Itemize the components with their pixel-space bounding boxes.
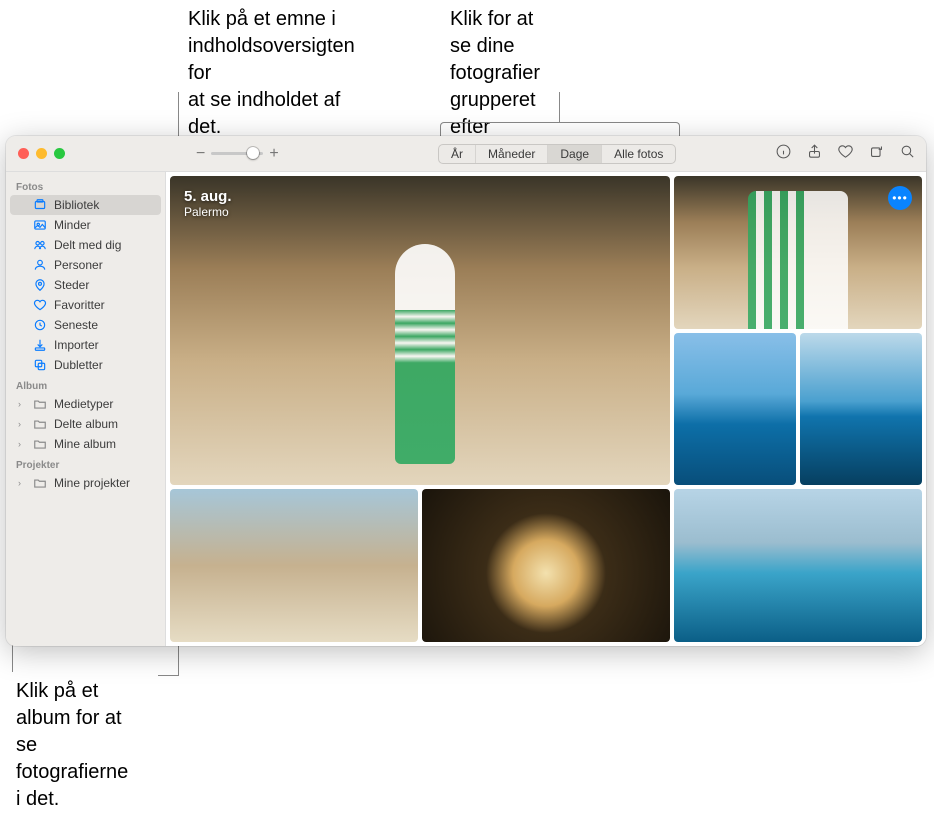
segment-all-photos[interactable]: Alle fotos xyxy=(602,145,675,163)
sidebar-item-personer[interactable]: Personer xyxy=(10,255,161,275)
photo-grid: 5. aug. Palermo ••• xyxy=(166,172,926,646)
photos-app-window: − + År Måneder Dage Alle fotos Fotos Bib… xyxy=(6,136,926,646)
close-window-button[interactable] xyxy=(18,148,29,159)
sidebar-item-label: Personer xyxy=(54,258,103,272)
titlebar: − + År Måneder Dage Alle fotos xyxy=(6,136,926,172)
segment-months[interactable]: Måneder xyxy=(476,145,548,163)
minimize-window-button[interactable] xyxy=(36,148,47,159)
duplicates-icon xyxy=(32,357,48,373)
callout-sidebar: Klik på et emne i indholdsoversigten for… xyxy=(188,6,355,141)
folder-icon xyxy=(32,416,48,432)
clock-icon xyxy=(32,317,48,333)
sidebar-item-label: Seneste xyxy=(54,318,98,332)
sidebar-item-favoritter[interactable]: Favoritter xyxy=(10,295,161,315)
chevron-right-icon[interactable]: › xyxy=(18,439,26,449)
share-icon[interactable] xyxy=(806,143,823,165)
sidebar-item-mine-projekter[interactable]: › Mine projekter xyxy=(10,473,161,493)
sidebar-section-header-album: Album xyxy=(6,375,165,394)
photo-thumbnail[interactable]: ••• xyxy=(674,176,922,329)
toolbar-actions xyxy=(775,143,916,165)
folder-icon xyxy=(32,436,48,452)
sidebar-section-header-projekter: Projekter xyxy=(6,454,165,473)
sidebar-item-seneste[interactable]: Seneste xyxy=(10,315,161,335)
rotate-icon[interactable] xyxy=(868,143,885,165)
sidebar-item-label: Steder xyxy=(54,278,89,292)
zoom-slider-group: − + xyxy=(196,145,279,163)
sidebar-item-label: Dubletter xyxy=(54,358,103,372)
photo-thumbnail[interactable] xyxy=(422,489,670,642)
zoom-slider[interactable] xyxy=(211,152,263,155)
chevron-right-icon[interactable]: › xyxy=(18,478,26,488)
sidebar-item-label: Medietyper xyxy=(54,397,113,411)
zoom-out-icon[interactable]: − xyxy=(196,145,205,163)
zoom-in-icon[interactable]: + xyxy=(269,145,278,163)
date-overlay: 5. aug. Palermo xyxy=(184,188,232,219)
sidebar-item-label: Bibliotek xyxy=(54,198,99,212)
people-icon xyxy=(32,257,48,273)
heart-icon xyxy=(32,297,48,313)
sidebar-item-minder[interactable]: Minder xyxy=(10,215,161,235)
photo-thumbnail-main[interactable]: 5. aug. Palermo xyxy=(170,176,670,485)
chevron-right-icon[interactable]: › xyxy=(18,419,26,429)
sidebar-item-importer[interactable]: Importer xyxy=(10,335,161,355)
memories-icon xyxy=(32,217,48,233)
fullscreen-window-button[interactable] xyxy=(54,148,65,159)
sidebar-section-header-fotos: Fotos xyxy=(6,176,165,195)
photo-thumbnail[interactable] xyxy=(674,333,796,486)
location-label: Palermo xyxy=(184,205,232,219)
sidebar-item-bibliotek[interactable]: Bibliotek xyxy=(10,195,161,215)
sidebar-item-delt-med-dig[interactable]: Delt med dig xyxy=(10,235,161,255)
segment-years[interactable]: År xyxy=(439,145,476,163)
window-controls xyxy=(6,148,65,159)
import-icon xyxy=(32,337,48,353)
sidebar-item-delte-album[interactable]: › Delte album xyxy=(10,414,161,434)
search-icon[interactable] xyxy=(899,143,916,165)
sidebar: Fotos Bibliotek Minder Delt med dig Pers… xyxy=(6,172,166,646)
more-options-button[interactable]: ••• xyxy=(888,186,912,210)
library-icon xyxy=(32,197,48,213)
segment-days[interactable]: Dage xyxy=(548,145,602,163)
folder-icon xyxy=(32,396,48,412)
chevron-right-icon[interactable]: › xyxy=(18,399,26,409)
callout-album: Klik på et album for at se fotografierne… xyxy=(16,678,128,813)
info-icon[interactable] xyxy=(775,143,792,165)
folder-icon xyxy=(32,475,48,491)
view-segmented-control: År Måneder Dage Alle fotos xyxy=(438,144,676,164)
sidebar-item-label: Delt med dig xyxy=(54,238,121,252)
sidebar-item-label: Importer xyxy=(54,338,99,352)
sidebar-item-label: Minder xyxy=(54,218,91,232)
date-label: 5. aug. xyxy=(184,188,232,205)
favorite-icon[interactable] xyxy=(837,143,854,165)
photo-thumbnail[interactable] xyxy=(800,333,922,486)
places-icon xyxy=(32,277,48,293)
sidebar-item-steder[interactable]: Steder xyxy=(10,275,161,295)
photo-thumbnail[interactable] xyxy=(674,489,922,642)
photo-thumbnail[interactable] xyxy=(170,489,418,642)
sidebar-item-label: Mine projekter xyxy=(54,476,130,490)
sidebar-item-label: Mine album xyxy=(54,437,116,451)
sidebar-item-mine-album[interactable]: › Mine album xyxy=(10,434,161,454)
sidebar-item-dubletter[interactable]: Dubletter xyxy=(10,355,161,375)
sidebar-item-label: Delte album xyxy=(54,417,118,431)
sidebar-item-label: Favoritter xyxy=(54,298,105,312)
shared-with-you-icon xyxy=(32,237,48,253)
sidebar-item-medietyper[interactable]: › Medietyper xyxy=(10,394,161,414)
